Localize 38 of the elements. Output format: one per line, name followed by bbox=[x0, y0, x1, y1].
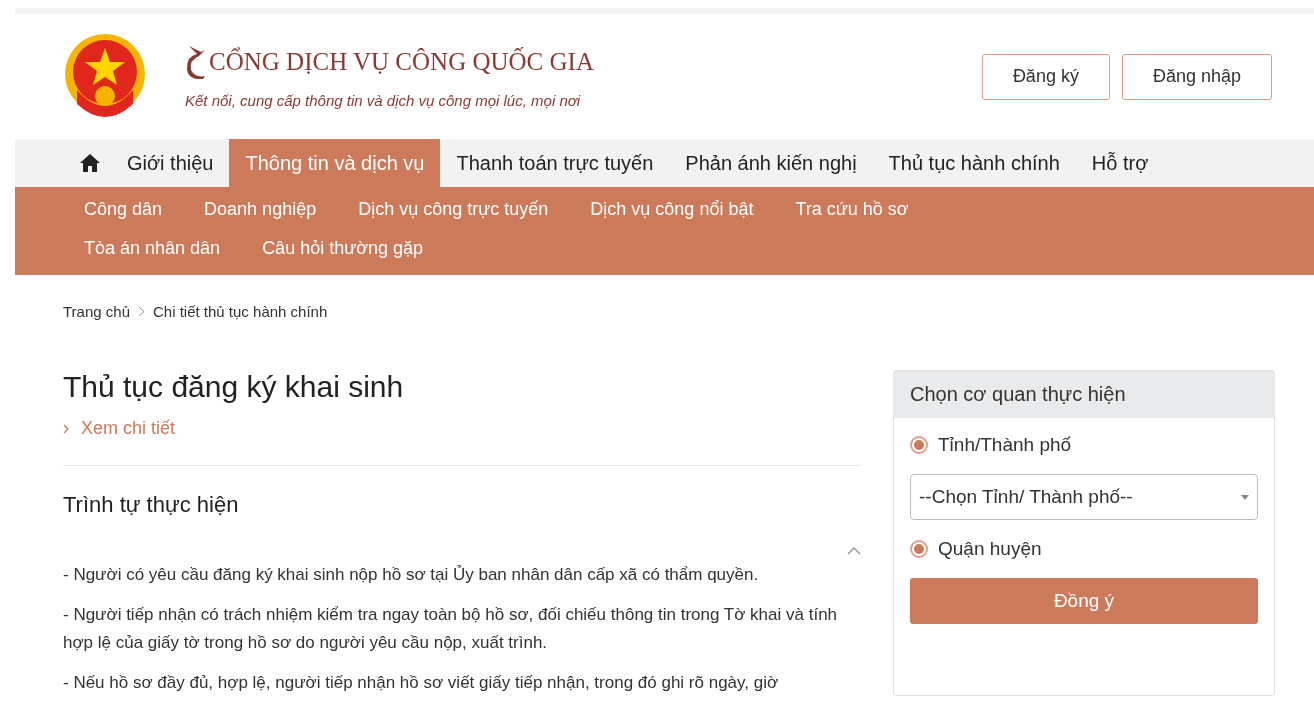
subnav-link[interactable]: Tra cứu hồ sơ bbox=[774, 191, 930, 230]
crane-logo-icon bbox=[185, 44, 207, 80]
breadcrumb-link[interactable]: Trang chủ bbox=[63, 303, 130, 320]
nav-tab[interactable]: Thủ tục hành chính bbox=[872, 139, 1076, 187]
radio-button[interactable] bbox=[910, 436, 928, 454]
radio-button[interactable] bbox=[910, 540, 928, 558]
collapse-toggle[interactable] bbox=[847, 546, 861, 555]
nav-tab[interactable]: Hỗ trợ bbox=[1075, 139, 1165, 187]
site-title: CỔNG DỊCH VỤ CÔNG QUỐC GIA bbox=[209, 48, 594, 76]
subnav-link[interactable]: Câu hỏi thường gặp bbox=[241, 230, 445, 269]
site-tagline: Kết nối, cung cấp thông tin và dịch vụ công mọi lúc, mọi nơi bbox=[185, 92, 582, 109]
nav-tab[interactable]: Thông tin và dịch vụ bbox=[229, 139, 441, 187]
procedure-paragraph: - Người tiếp nhận có trách nhiệm kiểm tra ngay toàn bộ hồ sơ, đối chiếu thông tin trong Tờ khai và tính hợp lệ của giấy tờ trong hồ sơ do người yêu cầu nộp, xuất trình. bbox=[63, 604, 839, 654]
subnav-link[interactable]: Doanh nghiệp bbox=[183, 191, 338, 230]
radio-label: Quận huyện bbox=[938, 538, 1042, 560]
subnav-link[interactable]: Tòa án nhân dân bbox=[63, 230, 242, 269]
login-button[interactable]: Đăng nhập bbox=[1121, 53, 1272, 100]
section-title: Trình tự thực hiện bbox=[63, 492, 240, 518]
nav-tab[interactable]: Thanh toán trực tuyến bbox=[440, 139, 670, 187]
chevron-right-icon bbox=[63, 423, 69, 434]
subnav-link[interactable]: Dịch vụ công trực tuyến bbox=[337, 191, 570, 230]
detail-link[interactable]: Xem chi tiết bbox=[63, 418, 861, 439]
radio-label: Tỉnh/Thành phố bbox=[938, 434, 1072, 456]
subnav-link[interactable]: Công dân bbox=[63, 191, 184, 230]
nav-tab[interactable]: Giới thiệu bbox=[111, 139, 230, 187]
register-button[interactable]: Đăng ký bbox=[981, 53, 1110, 100]
procedure-title: Thủ tục đăng ký khai sinh bbox=[63, 370, 405, 404]
submit-button[interactable]: Đồng ý bbox=[910, 578, 1258, 624]
procedure-paragraph: - Người có yêu cầu đăng ký khai sinh nộp hồ sơ tại Ủy ban nhân dân cấp xã có thẩm quyền. bbox=[63, 564, 760, 586]
subnav-link[interactable]: Dịch vụ công nổi bật bbox=[569, 191, 775, 230]
chevron-right-icon bbox=[138, 306, 145, 317]
province-select[interactable]: --Chọn Tỉnh/ Thành phố-- bbox=[910, 474, 1258, 520]
chevron-up-icon bbox=[847, 546, 861, 555]
dropdown-caret-icon bbox=[1241, 494, 1249, 500]
nav-tab[interactable]: Phản ánh kiến nghị bbox=[669, 139, 873, 187]
panel-title: Chọn cơ quan thực hiện bbox=[894, 371, 1274, 418]
home-icon bbox=[79, 153, 101, 173]
procedure-paragraph: - Nếu hồ sơ đầy đủ, hợp lệ, người tiếp nhận hồ sơ viết giấy tiếp nhận, trong đó ghi rõ ngày, giờ bbox=[63, 672, 780, 694]
